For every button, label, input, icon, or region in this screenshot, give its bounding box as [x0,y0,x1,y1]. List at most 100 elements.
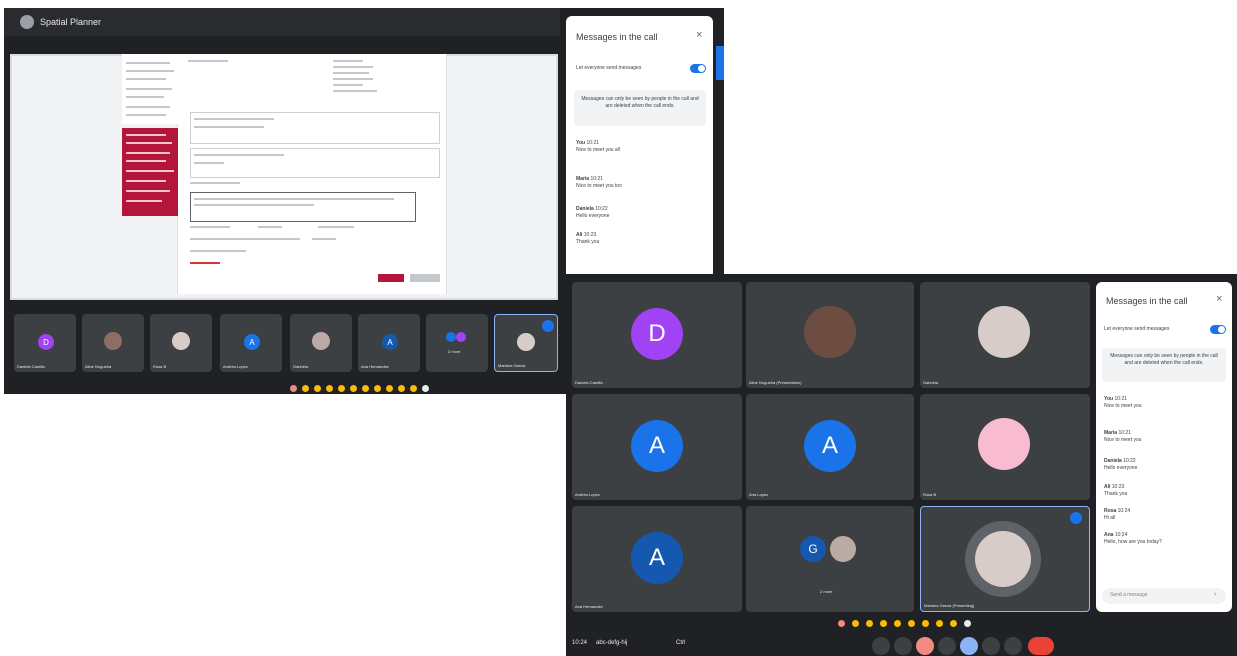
close-icon[interactable]: × [1216,293,1222,305]
present-icon[interactable] [960,637,978,655]
captions-icon[interactable] [916,637,934,655]
participant-tile[interactable]: Gabriela [920,282,1090,388]
message-item: You 10:21 Nice to meet you all [576,140,706,154]
reaction-icon[interactable] [302,385,309,392]
participant-avatar: A [804,420,856,472]
participant-tile[interactable]: Gabriela [290,314,352,372]
participant-tile[interactable]: Aline Nogueira (Presentation) [746,282,914,388]
reaction-icon[interactable] [398,385,405,392]
reaction-icon[interactable] [326,385,333,392]
participant-name: Daniela Castillo [575,380,603,385]
message-item: Ali 10:23 Thank you [576,232,706,246]
participant-photo [975,531,1031,587]
leave-call-icon[interactable] [1028,637,1054,655]
message-time: 10:23 [583,232,597,238]
meeting-time: 10:24 [572,640,588,646]
message-time: 10:21 [590,176,603,182]
reaction-icon[interactable] [410,385,417,392]
doc-submit-button[interactable] [378,274,404,282]
reaction-icon[interactable] [338,385,345,392]
reaction-icon[interactable] [950,620,957,627]
participant-tile[interactable]: A Andrea Lopez [220,314,282,372]
participant-tile[interactable]: A Ana Hernandez [572,506,742,612]
participant-name: Aline Nogueira (Presentation) [749,380,802,385]
participant-avatar: D [38,334,54,350]
reaction-icon[interactable] [374,385,381,392]
reaction-icon[interactable] [314,385,321,392]
message-item: Ana 10:24 Hello, how are you today? [1104,532,1228,546]
participant-photo [312,332,330,350]
doc-cancel-button[interactable] [410,274,440,282]
reaction-icon[interactable] [908,620,915,627]
participant-avatar: A [631,532,683,584]
message-sender: Daniela [576,206,594,212]
message-input[interactable]: Send a message › [1102,588,1226,604]
doc-text-area[interactable] [190,192,416,222]
message-text: Thank you [1104,491,1128,497]
reaction-icon[interactable] [922,620,929,627]
message-sender: Ana [1104,532,1114,538]
reaction-icon[interactable] [894,620,901,627]
participant-photo [804,306,856,358]
message-sender: Ali [576,232,583,238]
emoji-icon[interactable] [938,637,956,655]
reaction-icon[interactable] [964,620,971,627]
message-time: 10:23 [1111,484,1125,490]
participant-name: Gabriela [923,380,939,385]
message-item: Maria 10:21 Nice to meet you [1104,430,1228,444]
participant-avatar: D [631,308,683,360]
close-icon[interactable]: × [696,29,702,41]
participant-name: Andrea Lopez [575,492,600,497]
participant-tile[interactable]: Aline Nogueira [82,314,144,372]
messages-toggle[interactable] [690,64,706,73]
participant-name: Daniela Castillo [17,364,45,369]
participant-tile[interactable]: D Daniela Castillo [14,314,76,372]
more-options-icon[interactable] [1004,637,1022,655]
message-time: 10:21 [1118,430,1131,436]
participant-tile[interactable]: A Ana Hernandez [358,314,420,372]
heart-reaction-icon[interactable] [290,385,297,392]
participant-tile[interactable]: 2 more [426,314,488,372]
doc-nav-list [122,54,178,124]
send-icon[interactable]: › [1214,591,1216,598]
heart-reaction-icon[interactable] [838,620,845,627]
message-item: Maria 10:21 Nice to meet you too [576,176,706,190]
reaction-icon[interactable] [362,385,369,392]
user-avatar[interactable] [20,15,34,29]
participant-tile[interactable]: A Andrea Lopez [572,394,742,500]
reaction-icon[interactable] [866,620,873,627]
reaction-icon[interactable] [880,620,887,627]
participant-tile[interactable]: G 2 more [746,506,914,612]
participant-tile[interactable]: A Ana Lopez [746,394,914,500]
message-text: Hi all [1104,515,1116,521]
panel-title: Messages in the call [1106,296,1188,306]
doc-highlighted-nav [122,128,178,216]
reaction-icon[interactable] [350,385,357,392]
camera-icon[interactable] [894,637,912,655]
participant-tile[interactable]: D Daniela Castillo [572,282,742,388]
participant-photo [978,418,1030,470]
participant-tile[interactable]: Rosa B [920,394,1090,500]
message-text: Nice to meet you [1104,403,1142,409]
participant-name: Ana Hernandez [575,604,603,609]
microphone-icon[interactable] [872,637,890,655]
window-title: Spatial Planner [40,17,102,27]
message-text: Nice to meet you too [576,183,622,189]
message-sender: You [576,140,586,146]
toggle-label: Let everyone send messages [1104,326,1170,332]
participant-photo [104,332,122,350]
participant-tile-self[interactable]: Mariana Garcia (Presenting) [920,506,1090,612]
info-box: Messages can only be seen by people in t… [1102,348,1226,382]
reaction-icon[interactable] [852,620,859,627]
participant-name: Rosa B [923,492,937,497]
message-item: Daniela 10:22 Hello everyone [576,206,706,220]
reaction-icon[interactable] [422,385,429,392]
reaction-icon[interactable] [386,385,393,392]
raise-hand-icon[interactable] [982,637,1000,655]
participant-photo [830,536,856,562]
participant-tile[interactable]: Rosa B [150,314,212,372]
message-text: Hello everyone [576,213,610,219]
messages-toggle[interactable] [1210,325,1226,334]
shortcut-hint: Ctrl [676,640,686,646]
reaction-icon[interactable] [936,620,943,627]
